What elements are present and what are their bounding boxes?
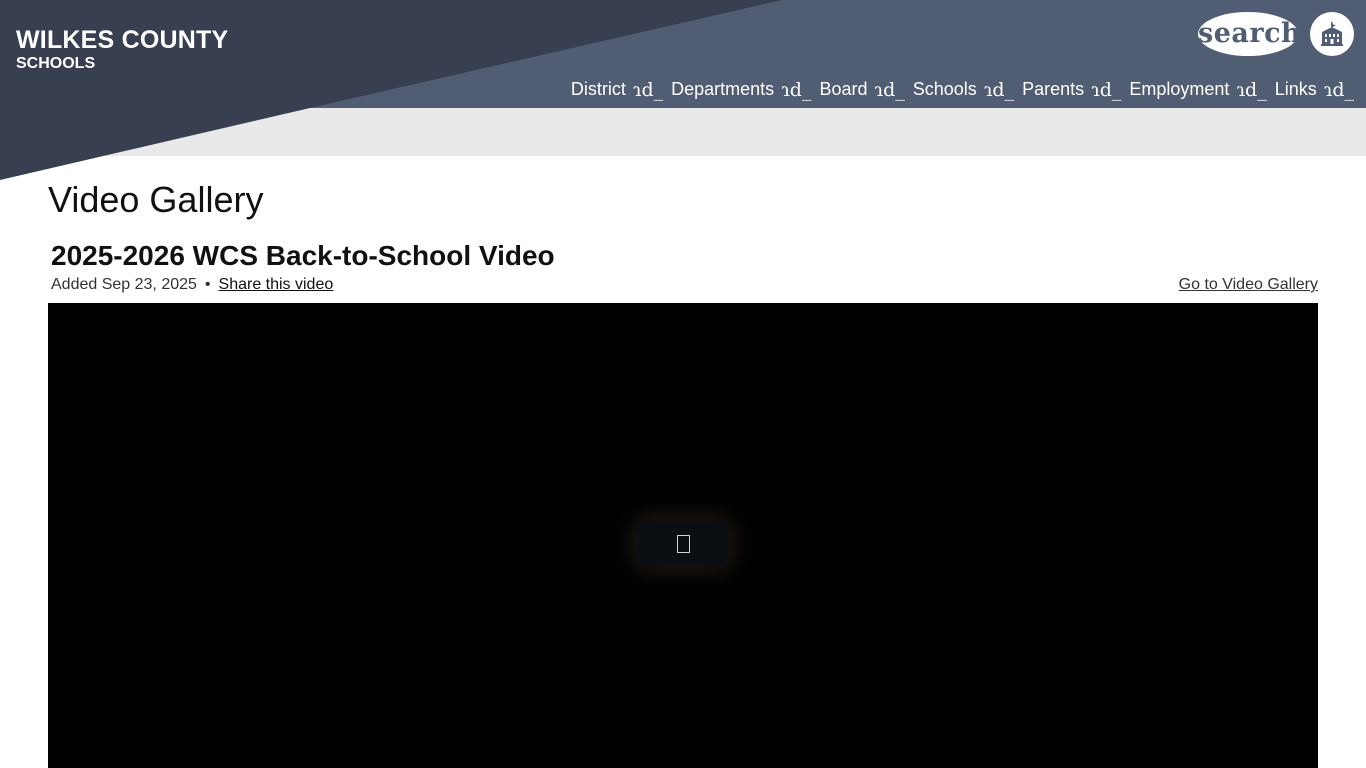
meta-separator: •: [204, 276, 211, 293]
page-title: Video Gallery: [48, 179, 264, 220]
video-meta: Added Sep 23, 2025 • Share this video: [51, 275, 333, 295]
site-name: WILKES COUNTY: [16, 26, 229, 54]
dropdown-icon[interactable]: ɿd_: [1324, 79, 1354, 101]
nav-item-employment[interactable]: Employment ɿd_: [1129, 78, 1266, 102]
nav-item-label: Departments: [671, 78, 775, 99]
video-added-date: Added Sep 23, 2025: [51, 276, 197, 293]
nav-item-label: District: [570, 78, 626, 99]
nav-item-label: Parents: [1022, 78, 1085, 99]
nav-item-label: Links: [1274, 78, 1317, 99]
video-title: 2025-2026 WCS Back-to-School Video: [51, 240, 555, 271]
nav-item-links[interactable]: Links ɿd_: [1274, 78, 1354, 102]
dropdown-icon[interactable]: ɿd_: [875, 79, 905, 101]
school-building-icon: [1321, 22, 1343, 46]
nav-item-schools[interactable]: Schools ɿd_: [912, 78, 1014, 102]
dropdown-icon[interactable]: ɿd_: [1091, 79, 1121, 101]
site-subtitle: SCHOOLS: [16, 55, 96, 72]
main-nav: District ɿd_ Departments ɿd_ Board ɿd_ S…: [563, 76, 1354, 102]
dropdown-icon[interactable]: ɿd_: [1236, 79, 1266, 101]
nav-item-departments[interactable]: Departments ɿd_: [671, 78, 811, 102]
dropdown-icon[interactable]: ɿd_: [633, 79, 663, 101]
dropdown-icon[interactable]: ɿd_: [781, 79, 811, 101]
site-logo[interactable]: WILKES COUNTY SCHOOLS: [16, 26, 228, 74]
header-band: [0, 108, 1366, 156]
nav-item-parents[interactable]: Parents ɿd_: [1022, 78, 1121, 102]
nav-item-label: Schools: [912, 78, 977, 99]
share-video-link[interactable]: Share this video: [219, 275, 334, 295]
nav-item-district[interactable]: District ɿd_: [570, 78, 663, 102]
play-icon: [676, 534, 690, 553]
dropdown-icon[interactable]: ɿd_: [984, 79, 1014, 101]
play-button[interactable]: [638, 521, 728, 566]
go-to-gallery-link[interactable]: Go to Video Gallery: [1179, 275, 1318, 295]
nav-item-label: Employment: [1129, 78, 1230, 99]
nav-item-board[interactable]: Board ɿd_: [819, 78, 905, 102]
nav-item-label: Board: [819, 78, 868, 99]
video-player[interactable]: [48, 303, 1318, 768]
search-button[interactable]: search: [1198, 12, 1301, 56]
school-selector-button[interactable]: [1310, 12, 1354, 56]
